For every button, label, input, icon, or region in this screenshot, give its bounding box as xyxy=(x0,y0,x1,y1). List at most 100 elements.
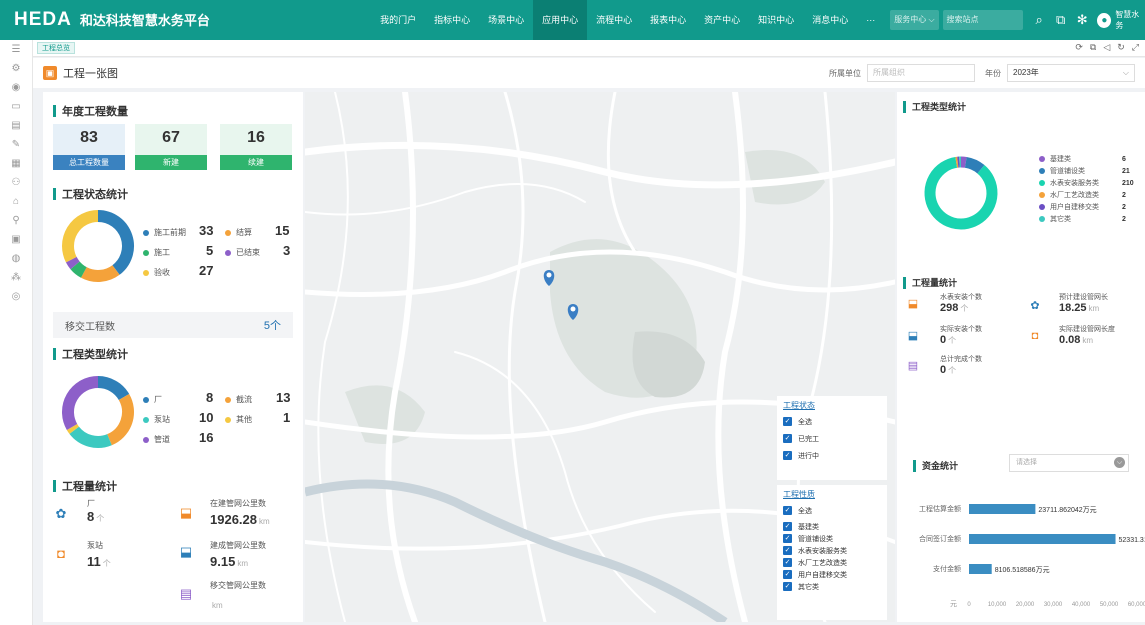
network-icon[interactable]: ⁂ xyxy=(0,268,32,287)
type-slice-4[interactable] xyxy=(62,376,99,430)
globe-icon[interactable]: ◍ xyxy=(0,249,32,268)
settings-icon[interactable]: ⚙ xyxy=(0,59,32,78)
qty-name: 厂 xyxy=(87,499,95,508)
users-icon[interactable]: ⚇ xyxy=(0,173,32,192)
nature-option-pipeline[interactable]: ✓ 管道铺设类 xyxy=(783,533,881,544)
report-icon[interactable]: ▦ xyxy=(0,154,32,173)
checkbox-checked-icon[interactable]: ✓ xyxy=(783,434,792,443)
fund-bar[interactable] xyxy=(969,534,1116,544)
qty-unit: km xyxy=(1088,304,1100,313)
checkbox-checked-icon[interactable]: ✓ xyxy=(783,506,792,515)
logo[interactable]: HEDA 和达科技智慧水务平台 xyxy=(0,9,371,31)
qty-value: 18.25 xyxy=(1059,302,1087,314)
nav-more-button[interactable]: ··· xyxy=(857,0,884,40)
checkbox-checked-icon[interactable]: ✓ xyxy=(783,451,792,460)
fund-category-label: 工程估算金额 xyxy=(919,504,961,513)
type-slice-0[interactable] xyxy=(97,376,130,401)
pump-icon: ◘ xyxy=(57,546,65,561)
nav-item-scene[interactable]: 场景中心 xyxy=(479,0,533,40)
status-value-4: 27 xyxy=(199,263,214,278)
nav-item-report[interactable]: 报表中心 xyxy=(641,0,695,40)
status-slice-1[interactable] xyxy=(80,264,120,282)
status-slice-4[interactable] xyxy=(62,210,99,263)
fullscreen-icon[interactable]: ⤢ xyxy=(1132,42,1139,53)
avatar[interactable]: ● xyxy=(1097,12,1112,28)
fund-bar[interactable] xyxy=(969,564,992,574)
status-donut-chart xyxy=(62,210,134,282)
kpi-total[interactable]: 83 总工程数量 xyxy=(53,124,125,170)
scope-select[interactable]: 服务中心 ⌵ xyxy=(890,10,939,30)
kpi-continued[interactable]: 16 续建 xyxy=(220,124,292,170)
nav-item-indicator[interactable]: 指标中心 xyxy=(425,0,479,40)
nav-item-app[interactable]: 应用中心 xyxy=(533,0,588,40)
status-slice-3[interactable] xyxy=(65,256,80,270)
nav-item-knowledge[interactable]: 知识中心 xyxy=(749,0,803,40)
nav-item-asset[interactable]: 资产中心 xyxy=(695,0,749,40)
data-icon[interactable]: ▤ xyxy=(0,116,32,135)
nature-option-all[interactable]: ✓ 全选 xyxy=(783,505,881,516)
type-slice-2[interactable] xyxy=(69,426,112,448)
unit-filter-input[interactable]: 所属组织 xyxy=(867,64,975,82)
monitor-icon[interactable]: ▭ xyxy=(0,97,32,116)
sound-icon[interactable]: ◁ xyxy=(1103,42,1110,53)
nav-item-portal[interactable]: 我的门户 xyxy=(371,0,425,40)
nav-item-message[interactable]: 消息中心 xyxy=(803,0,857,40)
nav-item-process[interactable]: 流程中心 xyxy=(587,0,641,40)
nature-option-user-built[interactable]: ✓ 用户自建移交类 xyxy=(783,569,881,580)
checkbox-checked-icon[interactable]: ✓ xyxy=(783,546,792,555)
reload-icon[interactable]: ↻ xyxy=(1117,42,1125,53)
project-map[interactable]: 工程状态 ✓ 全选 ✓ 已完工 ✓ 进行中 工程性质 ✓ 全选 ✓ 基建类 ✓ 管道铺设类 … xyxy=(305,92,895,622)
transfer-count-value[interactable]: 5个 xyxy=(264,317,281,333)
status-option-all[interactable]: ✓ 全选 xyxy=(783,416,881,427)
type-value-0: 8 xyxy=(206,390,214,405)
search-icon[interactable]: ⌕ xyxy=(1030,12,1049,28)
status-option-ongoing[interactable]: ✓ 进行中 xyxy=(783,450,881,461)
fund-bar[interactable] xyxy=(969,504,1036,514)
type-slice-1[interactable] xyxy=(106,394,134,446)
checkbox-checked-icon[interactable]: ✓ xyxy=(783,522,792,531)
checkbox-checked-icon[interactable]: ✓ xyxy=(783,558,792,567)
fund-select[interactable]: 请选择 ⌵ xyxy=(1009,454,1129,472)
transfer-count-row: 移交工程数 5个 xyxy=(53,312,293,338)
device-icon[interactable]: ▣ xyxy=(0,230,32,249)
nature-option-infrastructure[interactable]: ✓ 基建类 xyxy=(783,521,881,532)
refresh-icon[interactable]: ⟳ xyxy=(1075,42,1083,53)
right-panel: 工程类型统计 基建类 6 管道铺设类 21 水表安装服务类 210 水厂工艺改造类 2 … xyxy=(897,92,1145,622)
type-slice-3[interactable] xyxy=(66,423,80,434)
status-slice-2[interactable] xyxy=(70,261,87,278)
status-legend-title[interactable]: 工程状态 xyxy=(783,400,881,411)
kpi-new[interactable]: 67 新建 xyxy=(135,124,207,170)
map-pin-center xyxy=(570,306,576,312)
dashboard-icon[interactable]: ◉ xyxy=(0,78,32,97)
right-type-slice-2[interactable] xyxy=(924,156,998,230)
settings-icon[interactable]: ✻ xyxy=(1073,12,1092,28)
legend-dot xyxy=(143,436,149,443)
legend-dot xyxy=(143,249,149,256)
qty-name: 泵站 xyxy=(87,541,103,550)
status-slice-0[interactable] xyxy=(97,210,134,275)
tab-project-overview[interactable]: 工程总览 xyxy=(37,42,75,54)
fan-icon: ✿ xyxy=(1030,300,1040,312)
checkbox-checked-icon[interactable]: ✓ xyxy=(783,570,792,579)
nature-option-other[interactable]: ✓ 其它类 xyxy=(783,581,881,592)
checkbox-checked-icon[interactable]: ✓ xyxy=(783,417,792,426)
checkbox-checked-icon[interactable]: ✓ xyxy=(783,582,792,591)
target-icon[interactable]: ◎ xyxy=(0,287,32,306)
nature-option-meter[interactable]: ✓ 水表安装服务类 xyxy=(783,545,881,556)
year-select[interactable]: 2023年 ⌵ xyxy=(1007,64,1135,82)
menu-toggle-icon[interactable]: ☰ xyxy=(0,40,32,59)
pin-icon[interactable]: ⚲ xyxy=(0,211,32,230)
right-type-slice-1[interactable] xyxy=(964,156,985,174)
scan-icon[interactable]: ⧉ xyxy=(1051,12,1070,28)
building-icon[interactable]: ⌂ xyxy=(0,192,32,211)
edit-icon[interactable]: ✎ xyxy=(0,135,32,154)
brand-logo: HEDA xyxy=(14,9,72,30)
status-option-completed[interactable]: ✓ 已完工 xyxy=(783,433,881,444)
search-input[interactable]: 搜索站点 xyxy=(942,10,1023,30)
copy-icon[interactable]: ⧉ xyxy=(1090,42,1096,53)
nature-legend-title[interactable]: 工程性质 xyxy=(783,489,881,500)
fund-stats-title-text: 资金统计 xyxy=(922,461,959,471)
user-name[interactable]: 智慧水务 xyxy=(1115,9,1145,31)
nature-option-plant-upgrade[interactable]: ✓ 水厂工艺改造类 xyxy=(783,557,881,568)
checkbox-checked-icon[interactable]: ✓ xyxy=(783,534,792,543)
